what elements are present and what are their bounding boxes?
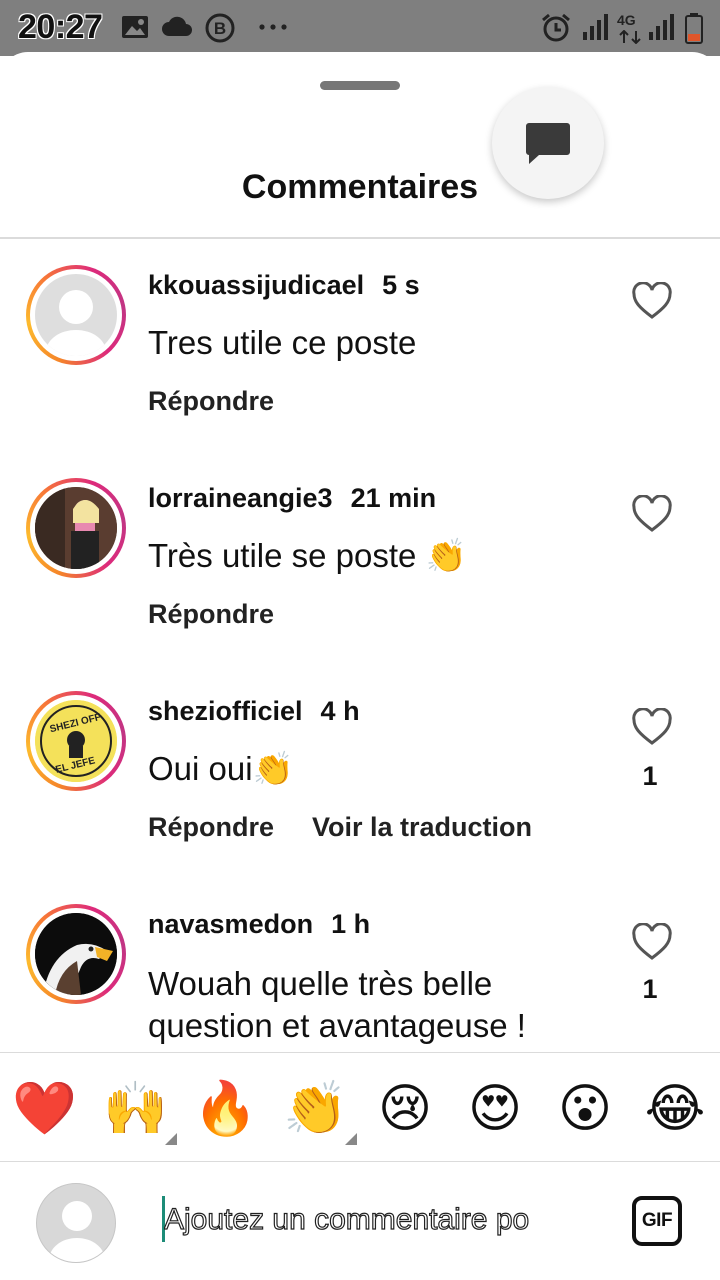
- reply-button[interactable]: Répondre: [148, 599, 274, 629]
- emoji-surprised-button[interactable]: 😮: [553, 1077, 617, 1141]
- comment-username[interactable]: navasmedon 1 h: [148, 909, 370, 940]
- comment-text: Oui oui👏: [148, 750, 294, 787]
- emoji-clap-button[interactable]: 👏: [283, 1077, 357, 1145]
- avatar[interactable]: [26, 265, 126, 365]
- avatar[interactable]: [26, 478, 126, 578]
- like-count[interactable]: 1: [620, 974, 680, 1005]
- my-avatar: [36, 1183, 116, 1263]
- comment-text-line-2: question et avantageuse !: [148, 1007, 526, 1044]
- avatar[interactable]: SHEZI OFF EL JEFE: [26, 691, 126, 791]
- emoji-crying-button[interactable]: 😢: [373, 1077, 437, 1141]
- comment-input-bar: GIF: [0, 1163, 720, 1280]
- skin-tone-indicator: [165, 1133, 177, 1145]
- comment-item: SHEZI OFF EL JEFE sheziofficiel 4 h Oui ou…: [0, 691, 720, 903]
- skin-tone-indicator: [345, 1133, 357, 1145]
- status-bar: 20:27 B 4G: [0, 0, 720, 56]
- reply-button[interactable]: Répondre: [148, 386, 274, 416]
- default-avatar-icon: [49, 1201, 105, 1262]
- comment-text-line-1: Wouah quelle très belle: [148, 965, 493, 1002]
- heart-icon[interactable]: [632, 282, 672, 320]
- image-icon: [122, 16, 148, 38]
- comment-time: 21 min: [350, 483, 437, 513]
- drag-handle[interactable]: [320, 81, 400, 90]
- signal-icon: [583, 14, 608, 40]
- comment-text: Tres utile ce poste: [148, 324, 417, 361]
- comment-input[interactable]: [164, 1197, 596, 1243]
- see-translation-button[interactable]: Voir la traduction: [312, 812, 532, 842]
- comment-item: kkouassijudicael 5 s Tres utile ce poste …: [0, 265, 720, 477]
- profile-photo: [35, 487, 117, 569]
- page-title: Commentaires: [241, 168, 479, 206]
- comment-time: 1 h: [331, 909, 371, 939]
- b-circle-icon: B: [205, 13, 235, 43]
- heart-icon[interactable]: [632, 495, 672, 533]
- divider: [0, 237, 720, 239]
- comment-time: 5 s: [382, 270, 420, 300]
- battery-icon: [685, 13, 703, 44]
- signal-icon: [649, 14, 674, 40]
- heart-icon[interactable]: [632, 923, 672, 961]
- emoji-heart-button[interactable]: ❤️: [12, 1077, 77, 1141]
- gif-button[interactable]: GIF: [632, 1196, 682, 1246]
- emoji-quick-bar: ❤️ 🙌 🔥 👏 😢 😍 😮 😂: [0, 1052, 720, 1162]
- alarm-icon: [542, 13, 570, 42]
- more-dots-icon: [259, 24, 287, 30]
- reply-button[interactable]: Répondre: [148, 812, 274, 842]
- network-type: 4G: [617, 12, 636, 28]
- comment-username[interactable]: lorraineangie3 21 min: [148, 483, 436, 514]
- network-arrows-icon: [619, 30, 641, 44]
- comment-username[interactable]: kkouassijudicael 5 s: [148, 270, 420, 301]
- emoji-heart-eyes-button[interactable]: 😍: [463, 1077, 527, 1141]
- like-count[interactable]: 1: [620, 761, 680, 792]
- comment-text: Très utile se poste 👏: [148, 537, 467, 574]
- chat-bubble-icon: [526, 123, 570, 164]
- default-avatar-icon: [46, 290, 106, 356]
- heart-icon[interactable]: [632, 708, 672, 746]
- cloud-icon: [162, 16, 192, 36]
- status-time: 20:27: [18, 8, 103, 46]
- comment-time: 4 h: [320, 696, 360, 726]
- emoji-laughing-button[interactable]: 😂: [643, 1077, 707, 1141]
- comment-username[interactable]: sheziofficiel 4 h: [148, 696, 360, 727]
- emoji-raised-hands-button[interactable]: 🙌: [103, 1077, 177, 1145]
- comment-item: lorraineangie3 21 min Très utile se poste…: [0, 478, 720, 690]
- shezi-logo: SHEZI OFFEL JEFE: [35, 700, 117, 782]
- comment-text: Wouah quelle très belle question et avant…: [148, 963, 526, 1047]
- eagle-photo: [35, 913, 117, 995]
- avatar[interactable]: [26, 904, 126, 1004]
- svg-text:B: B: [214, 19, 226, 38]
- emoji-fire-button[interactable]: 🔥: [193, 1077, 258, 1141]
